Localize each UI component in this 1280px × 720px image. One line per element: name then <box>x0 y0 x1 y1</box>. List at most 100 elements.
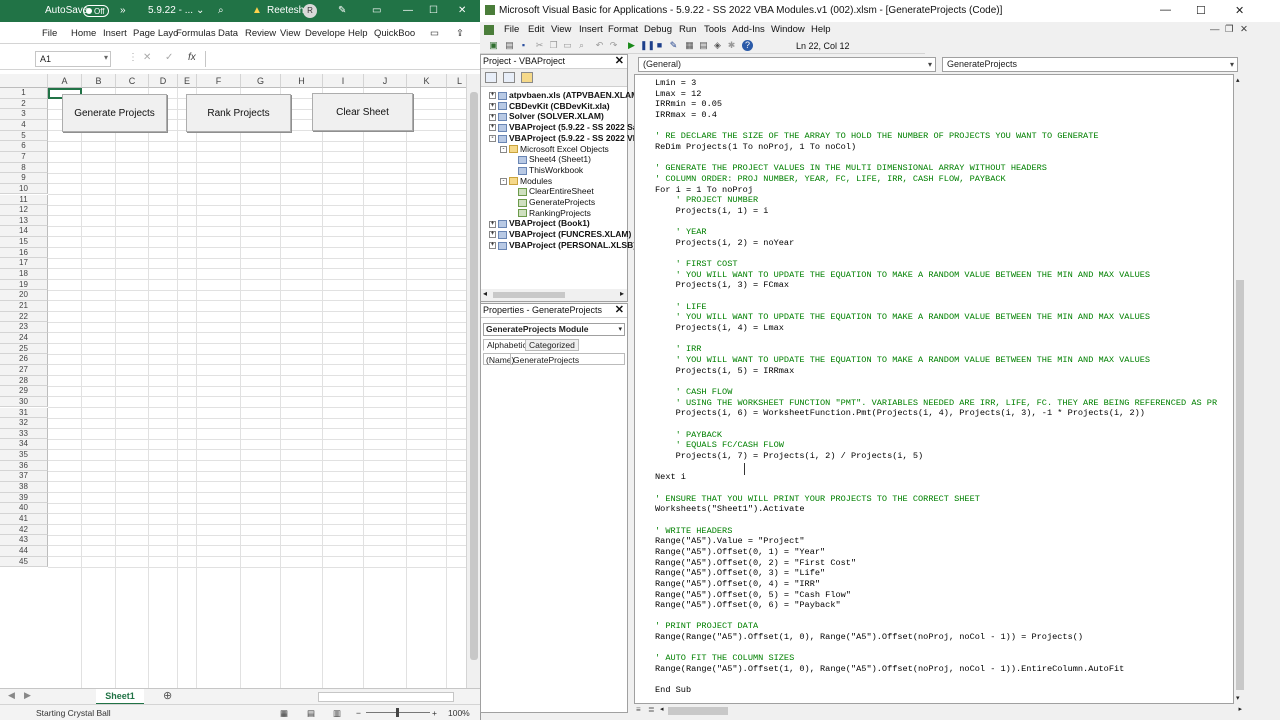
row-header-23[interactable]: 23 <box>0 322 48 333</box>
code-line[interactable]: Range("A5").Offset(0, 6) = "Payback" <box>655 600 1217 611</box>
code-line[interactable]: Range("A5").Offset(0, 4) = "IRR" <box>655 579 1217 590</box>
row-header-10[interactable]: 10 <box>0 183 48 195</box>
row-header-6[interactable]: 6 <box>0 141 48 152</box>
rank-projects-button[interactable]: Rank Projects <box>186 94 291 132</box>
save-icon[interactable]: ▪ <box>518 40 529 51</box>
tree-node[interactable]: GenerateProjects <box>518 197 595 208</box>
column-header-f[interactable]: F <box>197 74 241 88</box>
object-browser-icon[interactable]: ◈ <box>712 40 723 51</box>
tree-node[interactable]: - Modules <box>500 176 552 187</box>
code-line[interactable]: Projects(i, 3) = FCmax <box>655 280 1217 291</box>
help-icon[interactable]: ? <box>742 40 753 51</box>
row-header-32[interactable]: 32 <box>0 418 48 429</box>
code-line[interactable] <box>655 462 1217 473</box>
code-line[interactable]: Range("A5").Value = "Project" <box>655 536 1217 547</box>
row-header-39[interactable]: 39 <box>0 492 48 504</box>
menu-file[interactable]: File <box>504 24 519 35</box>
code-line[interactable]: ' IRR <box>655 344 1217 355</box>
expand-icon[interactable]: + <box>489 92 496 100</box>
tab-data[interactable]: Data <box>218 28 238 39</box>
row-header-20[interactable]: 20 <box>0 290 48 301</box>
tree-node[interactable]: + VBAProject (5.9.22 - SS 2022 Sa <box>489 122 638 133</box>
code-line[interactable]: ' EQUALS FC/CASH FLOW <box>655 440 1217 451</box>
name-box[interactable]: A1 <box>35 51 111 67</box>
generate-projects-button[interactable]: Generate Projects <box>62 94 167 132</box>
code-line[interactable]: ' ENSURE THAT YOU WILL PRINT YOUR PROJEC… <box>655 494 1217 505</box>
redo-icon[interactable]: ↷ <box>608 40 619 51</box>
code-line[interactable]: Range(Range("A5").Offset(1, 0), Range("A… <box>655 664 1217 675</box>
code-text[interactable]: Lmin = 3 Lmax = 12 IRRmin = 0.05 IRRmax = 0… <box>655 78 1217 696</box>
break-icon[interactable]: ❚❚ <box>640 40 655 51</box>
child-minimize-icon[interactable]: — <box>1210 24 1220 35</box>
collapse-icon[interactable]: - <box>500 177 507 185</box>
column-header-c[interactable]: C <box>116 74 149 88</box>
row-header-16[interactable]: 16 <box>0 247 48 259</box>
code-line[interactable] <box>655 643 1217 654</box>
code-line[interactable] <box>655 376 1217 387</box>
avatar[interactable]: R <box>303 4 317 18</box>
tab-quickbooks[interactable]: QuickBoo <box>374 28 415 39</box>
expand-icon[interactable]: + <box>489 102 496 110</box>
insert-module-icon[interactable]: ▤ <box>504 40 515 51</box>
column-header-i[interactable]: I <box>323 74 364 88</box>
row-header-12[interactable]: 12 <box>0 205 48 216</box>
code-line[interactable]: End Sub <box>655 685 1217 696</box>
expand-icon[interactable]: + <box>489 242 496 250</box>
menu-debug[interactable]: Debug <box>644 24 672 35</box>
column-header-l[interactable]: L <box>447 74 466 88</box>
row-header-18[interactable]: 18 <box>0 269 48 280</box>
tree-node[interactable]: ThisWorkbook <box>518 165 583 176</box>
row-header-30[interactable]: 30 <box>0 396 48 408</box>
code-line[interactable]: ' YOU WILL WANT TO UPDATE THE EQUATION T… <box>655 270 1217 281</box>
expand-icon[interactable]: + <box>489 220 496 228</box>
tree-node[interactable]: RankingProjects <box>518 208 591 219</box>
share-icon[interactable]: ⇪ <box>456 28 464 39</box>
tree-node[interactable]: - Microsoft Excel Objects <box>500 144 609 155</box>
code-line[interactable]: ' FIRST COST <box>655 259 1217 270</box>
tree-node[interactable]: + atpvbaen.xls (ATPVBAEN.XLAM) <box>489 90 641 101</box>
worksheet-grid[interactable]: ABCDEFGHIJKL 1 2 3 4 5 6 7 8 9 10 11 12 13 14 15 16 17 18… <box>0 74 466 688</box>
row-header-5[interactable]: 5 <box>0 130 48 142</box>
code-line[interactable]: ' YEAR <box>655 227 1217 238</box>
row-header-35[interactable]: 35 <box>0 450 48 461</box>
code-line[interactable] <box>655 153 1217 164</box>
row-header-40[interactable]: 40 <box>0 503 48 514</box>
chevron-down-icon[interactable]: ▾ <box>104 53 108 62</box>
clear-sheet-button[interactable]: Clear Sheet <box>312 93 413 131</box>
code-line[interactable] <box>655 217 1217 228</box>
column-header-g[interactable]: G <box>241 74 281 88</box>
menu-insert[interactable]: Insert <box>579 24 603 35</box>
tree-node[interactable]: + Solver (SOLVER.XLAM) <box>489 111 604 122</box>
tab-home[interactable]: Home <box>71 28 96 39</box>
row-header-9[interactable]: 9 <box>0 173 48 184</box>
code-line[interactable] <box>655 334 1217 345</box>
collapse-icon[interactable]: - <box>500 145 507 153</box>
row-header-15[interactable]: 15 <box>0 237 48 248</box>
search-icon[interactable]: ⌕ <box>218 5 224 16</box>
zoom-slider-handle[interactable] <box>396 708 399 717</box>
row-header-1[interactable]: 1 <box>0 88 48 99</box>
close-icon[interactable]: ✕ <box>458 5 466 16</box>
code-line[interactable] <box>655 515 1217 526</box>
normal-view-icon[interactable]: ▦ <box>280 708 288 719</box>
row-header-43[interactable]: 43 <box>0 535 48 546</box>
expand-icon[interactable]: + <box>489 124 496 132</box>
tab-alphabetic[interactable]: Alphabetic <box>483 339 531 351</box>
tree-node[interactable]: + CBDevKit (CBDevKit.xla) <box>489 101 610 112</box>
row-header-13[interactable]: 13 <box>0 215 48 227</box>
tab-categorized[interactable]: Categorized <box>525 339 579 351</box>
reset-icon[interactable]: ■ <box>654 40 665 51</box>
column-header-d[interactable]: D <box>149 74 178 88</box>
column-header-j[interactable]: J <box>364 74 407 88</box>
code-line[interactable]: ' GENERATE THE PROJECT VALUES IN THE MUL… <box>655 163 1217 174</box>
object-combo[interactable]: (General) ▾ <box>638 57 936 72</box>
code-vertical-scrollbar[interactable]: ▴ ▾ <box>1234 74 1246 704</box>
expand-icon[interactable]: + <box>489 113 496 121</box>
tab-developer[interactable]: Develope <box>305 28 345 39</box>
row-header-7[interactable]: 7 <box>0 151 48 163</box>
maximize-icon[interactable]: ☐ <box>429 5 438 16</box>
next-sheet-icon[interactable]: ▶ <box>24 690 31 701</box>
row-header-17[interactable]: 17 <box>0 258 48 270</box>
menu-run[interactable]: Run <box>679 24 696 35</box>
ribbon-display-icon[interactable]: ▭ <box>372 5 381 16</box>
